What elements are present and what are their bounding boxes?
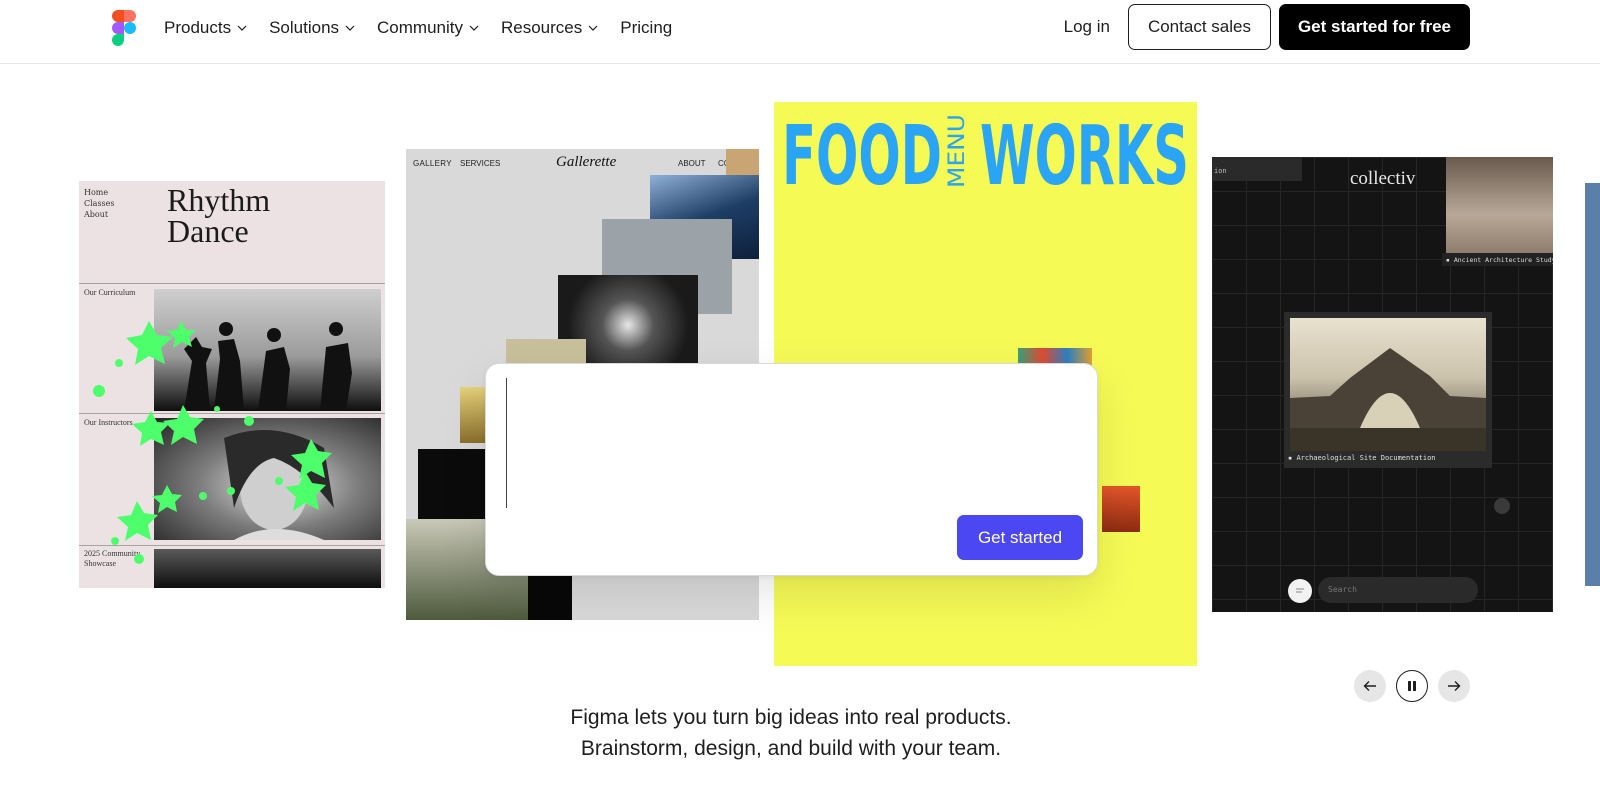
gallery-logo: Gallerette bbox=[556, 154, 617, 170]
login-link[interactable]: Log in bbox=[1064, 17, 1110, 37]
artwork-tile bbox=[528, 569, 572, 620]
architecture-caption: ▪ Ancient Architecture Study bbox=[1442, 253, 1553, 266]
carousel-card-collectiv[interactable]: ion collectiv ▪ Ancient Architecture Stu… bbox=[1212, 157, 1553, 612]
caption-a-text: Ancient Architecture Study bbox=[1453, 256, 1553, 264]
arrow-right-icon bbox=[1448, 681, 1461, 691]
nav-item-pricing[interactable]: Pricing bbox=[620, 18, 672, 38]
food-word-menu: MENU bbox=[945, 114, 970, 188]
nav-item-solutions[interactable]: Solutions bbox=[269, 18, 355, 38]
lines-icon bbox=[1296, 588, 1304, 593]
food-word2: WORKS bbox=[980, 110, 1189, 190]
nav-actions: Log in Contact sales Get started for fre… bbox=[1064, 4, 1470, 50]
hero-tagline: Figma lets you turn big ideas into real … bbox=[0, 702, 1582, 764]
arrow-left-icon bbox=[1363, 681, 1376, 691]
nav-item-products[interactable]: Products bbox=[164, 18, 247, 38]
tagline-line1: Figma lets you turn big ideas into real … bbox=[570, 706, 1012, 729]
gallery-nav-services: SERVICES bbox=[460, 159, 501, 168]
gallery-nav-about: ABOUT bbox=[678, 159, 706, 168]
prompt-input[interactable] bbox=[506, 378, 1076, 508]
chevron-down-icon bbox=[345, 25, 355, 31]
artwork-tile bbox=[418, 449, 488, 519]
bridge-illustration bbox=[1290, 348, 1486, 451]
nav-item-label: Community bbox=[377, 18, 463, 37]
collectiv-search-input[interactable]: Search bbox=[1318, 577, 1478, 603]
tagline-line2: Brainstorm, design, and build with your … bbox=[580, 737, 1002, 760]
chevron-down-icon bbox=[237, 25, 247, 31]
food-works-logo: FOOD MENU WORKS bbox=[782, 110, 1189, 190]
get-started-free-button[interactable]: Get started for free bbox=[1278, 4, 1470, 50]
nav-item-label: Solutions bbox=[269, 18, 340, 37]
get-started-button[interactable]: Get started bbox=[957, 515, 1083, 560]
architecture-photo bbox=[1446, 157, 1553, 253]
carousel-card-rhythm-dance[interactable]: Home Classes About Rhythm Dance Our Curr… bbox=[79, 181, 385, 588]
primary-menu: Products Solutions Community Resources P… bbox=[164, 0, 694, 56]
nav-item-label: Pricing bbox=[620, 18, 673, 37]
collectiv-logo: collectiv bbox=[1350, 168, 1416, 189]
contact-sales-button[interactable]: Contact sales bbox=[1127, 4, 1271, 50]
collectiv-tag: ion bbox=[1212, 157, 1302, 181]
carousel-next-button[interactable] bbox=[1438, 670, 1470, 702]
green-star-decoration bbox=[93, 321, 332, 564]
nav-item-label: Products bbox=[164, 18, 232, 37]
bridge-photo bbox=[1290, 318, 1486, 451]
site-caption: ▪ Archaeological Site Documentation bbox=[1288, 454, 1436, 462]
nav-item-label: Resources bbox=[501, 18, 583, 37]
food-photo-tile bbox=[1102, 486, 1140, 532]
chat-icon[interactable] bbox=[1288, 579, 1312, 603]
status-dot bbox=[1494, 498, 1510, 514]
food-word1: FOOD bbox=[782, 110, 942, 190]
pause-icon bbox=[1408, 681, 1416, 691]
prompt-box: Get started bbox=[485, 363, 1098, 576]
chevron-down-icon bbox=[588, 25, 598, 31]
carousel-pause-button[interactable] bbox=[1396, 670, 1428, 702]
caption-b-text: Archaeological Site Documentation bbox=[1296, 454, 1436, 462]
top-navigation: Products Solutions Community Resources P… bbox=[0, 0, 1600, 64]
carousel-card-next-peek[interactable] bbox=[1585, 183, 1600, 586]
carousel-prev-button[interactable] bbox=[1354, 670, 1386, 702]
nav-item-resources[interactable]: Resources bbox=[501, 18, 598, 38]
gallery-nav-gallery: GALLERY bbox=[413, 159, 452, 168]
chevron-down-icon bbox=[469, 25, 479, 31]
nav-item-community[interactable]: Community bbox=[377, 18, 479, 38]
figma-logo-icon[interactable] bbox=[112, 10, 136, 46]
